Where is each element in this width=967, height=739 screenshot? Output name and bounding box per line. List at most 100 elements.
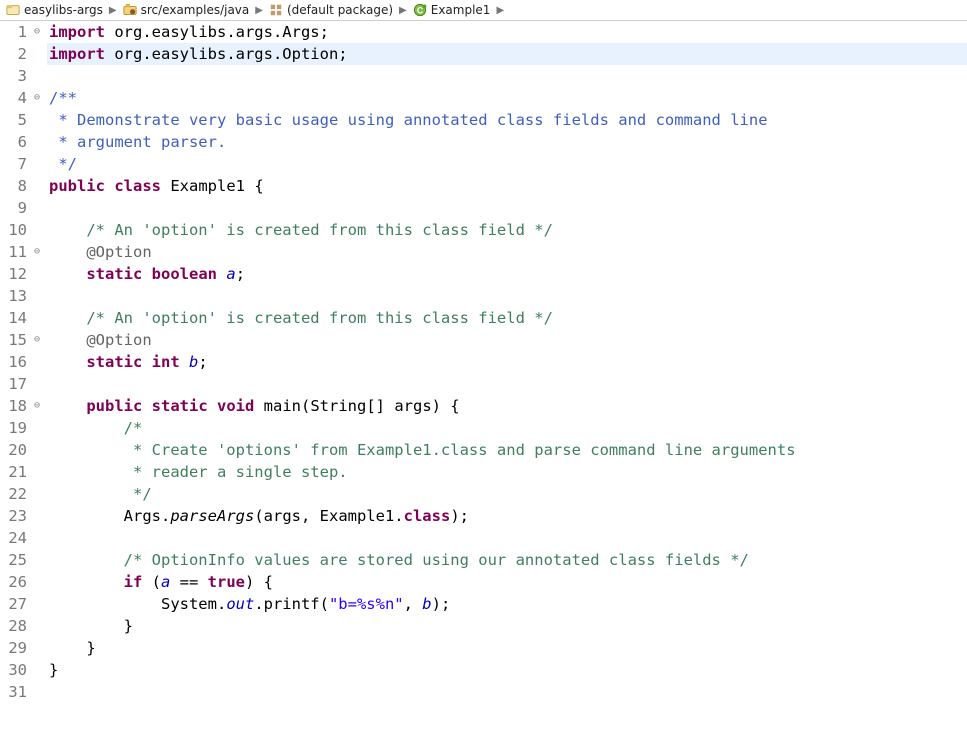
token-plain: ( <box>142 573 161 591</box>
fold-toggle-icon[interactable]: ⊖ <box>33 21 47 43</box>
breadcrumb-project[interactable]: easylibs-args <box>24 3 103 17</box>
token-comment: /* <box>124 419 143 437</box>
code-line[interactable]: /* An 'option' is created from this clas… <box>47 307 967 329</box>
code-line[interactable]: /* An 'option' is created from this clas… <box>47 219 967 241</box>
breadcrumb[interactable]: easylibs-args ▶ src/examples/java ▶ (def… <box>0 0 967 21</box>
fold-empty <box>33 65 47 87</box>
line-number: 13 <box>0 285 27 307</box>
fold-empty <box>33 197 47 219</box>
token-plain <box>217 265 226 283</box>
code-line[interactable]: import org.easylibs.args.Option; <box>47 43 967 65</box>
token-plain <box>49 309 86 327</box>
code-line[interactable]: @Option <box>47 329 967 351</box>
token-kw: static <box>86 265 142 283</box>
token-field: a <box>161 573 170 591</box>
code-line[interactable]: * argument parser. <box>47 131 967 153</box>
code-line[interactable]: @Option <box>47 241 967 263</box>
token-plain <box>49 419 124 437</box>
code-line[interactable]: static int b; <box>47 351 967 373</box>
code-line[interactable]: * Create 'options' from Example1.class a… <box>47 439 967 461</box>
code-line[interactable]: System.out.printf("b=%s%n", b); <box>47 593 967 615</box>
breadcrumb-package[interactable]: (default package) <box>287 3 393 17</box>
fold-empty <box>33 549 47 571</box>
breadcrumb-class[interactable]: Example1 <box>431 3 491 17</box>
token-plain: } <box>49 617 133 635</box>
token-javadoc: * argument parser. <box>49 133 226 151</box>
code-line[interactable]: /* OptionInfo values are stored using ou… <box>47 549 967 571</box>
fold-gutter[interactable]: ⊖ ⊖ ⊖ ⊖ ⊖ <box>33 21 47 703</box>
token-plain <box>49 397 86 415</box>
fold-toggle-icon[interactable]: ⊖ <box>33 329 47 351</box>
line-number: 15 <box>0 329 27 351</box>
code-line[interactable]: public static void main(String[] args) { <box>47 395 967 417</box>
chevron-right-icon: ▶ <box>397 5 409 16</box>
code-line[interactable]: /** <box>47 87 967 109</box>
token-kw: void <box>217 397 254 415</box>
code-line[interactable]: */ <box>47 483 967 505</box>
token-plain: System. <box>49 595 226 613</box>
token-kw: public <box>49 177 105 195</box>
fold-toggle-icon[interactable]: ⊖ <box>33 241 47 263</box>
code-line[interactable]: * Demonstrate very basic usage using ann… <box>47 109 967 131</box>
fold-toggle-icon[interactable]: ⊖ <box>33 87 47 109</box>
breadcrumb-source-folder[interactable]: src/examples/java <box>141 3 250 17</box>
token-field: b <box>189 353 198 371</box>
code-line[interactable] <box>47 373 967 395</box>
token-field: out <box>226 595 254 613</box>
code-line[interactable]: static boolean a; <box>47 263 967 285</box>
token-ann: @Option <box>86 331 151 349</box>
token-kw: boolean <box>152 265 217 283</box>
code-line[interactable]: /* <box>47 417 967 439</box>
token-comment: */ <box>124 485 152 503</box>
token-plain <box>49 441 124 459</box>
token-comment: /* An 'option' is created from this clas… <box>86 221 553 239</box>
fold-empty <box>33 439 47 461</box>
fold-empty <box>33 593 47 615</box>
code-line[interactable] <box>47 197 967 219</box>
code-line[interactable]: * reader a single step. <box>47 461 967 483</box>
token-comment: /* OptionInfo values are stored using ou… <box>124 551 749 569</box>
code-line[interactable] <box>47 527 967 549</box>
token-javadoc: /** <box>49 89 77 107</box>
fold-empty <box>33 131 47 153</box>
token-plain: .printf( <box>254 595 329 613</box>
token-kw: true <box>208 573 245 591</box>
line-number: 11 <box>0 241 27 263</box>
line-number: 2 <box>0 43 27 65</box>
fold-toggle-icon[interactable]: ⊖ <box>33 395 47 417</box>
code-area[interactable]: import org.easylibs.args.Args;import org… <box>47 21 967 703</box>
line-number: 18 <box>0 395 27 417</box>
line-number: 22 <box>0 483 27 505</box>
code-line[interactable]: if (a == true) { <box>47 571 967 593</box>
token-plain: ); <box>432 595 451 613</box>
line-number-gutter[interactable]: 1234567891011121314151617181920212223242… <box>0 21 33 703</box>
code-line[interactable]: public class Example1 { <box>47 175 967 197</box>
fold-empty <box>33 615 47 637</box>
code-line[interactable] <box>47 65 967 87</box>
code-editor[interactable]: 1234567891011121314151617181920212223242… <box>0 21 967 703</box>
code-line[interactable]: import org.easylibs.args.Args; <box>47 21 967 43</box>
token-plain <box>49 463 124 481</box>
code-line[interactable]: } <box>47 659 967 681</box>
code-line[interactable]: */ <box>47 153 967 175</box>
token-plain: Example1 { <box>161 177 264 195</box>
code-line[interactable]: } <box>47 637 967 659</box>
code-line[interactable] <box>47 285 967 307</box>
line-number: 3 <box>0 65 27 87</box>
token-static-call: parseArgs <box>170 507 254 525</box>
fold-empty <box>33 483 47 505</box>
token-plain <box>180 353 189 371</box>
line-number: 25 <box>0 549 27 571</box>
token-plain: org.easylibs.args.Option; <box>105 45 348 63</box>
token-comment: /* An 'option' is created from this clas… <box>86 309 553 327</box>
line-number: 8 <box>0 175 27 197</box>
token-field: a <box>226 265 235 283</box>
fold-empty <box>33 43 47 65</box>
token-plain <box>49 551 124 569</box>
code-line[interactable] <box>47 681 967 703</box>
code-line[interactable]: Args.parseArgs(args, Example1.class); <box>47 505 967 527</box>
code-line[interactable]: } <box>47 615 967 637</box>
token-plain <box>49 243 86 261</box>
token-comment: * reader a single step. <box>124 463 348 481</box>
line-number: 26 <box>0 571 27 593</box>
